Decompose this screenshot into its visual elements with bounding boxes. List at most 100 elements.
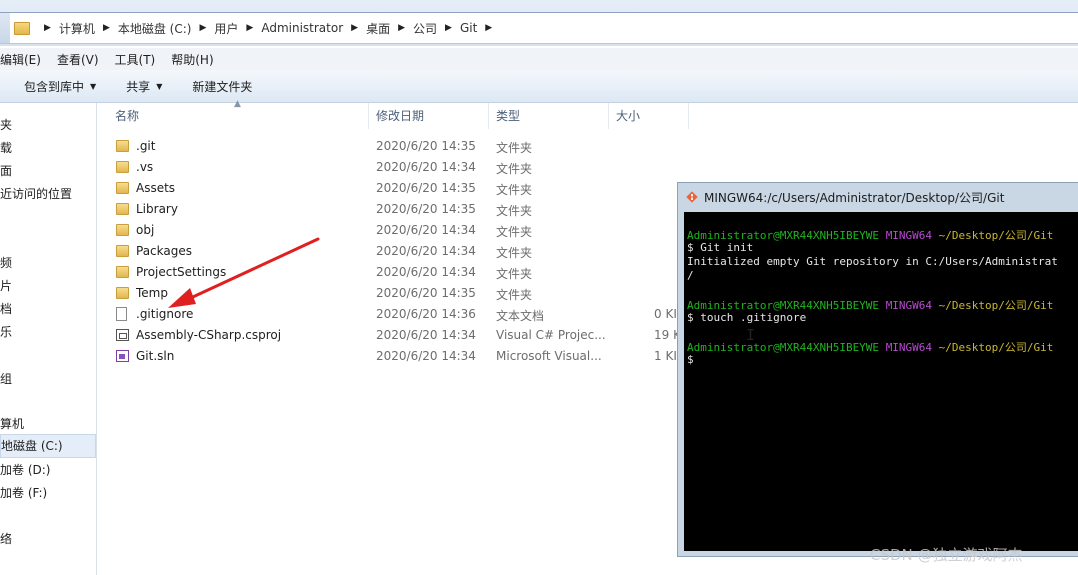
file-date: 2020/6/20 14:35 [376, 139, 476, 153]
column-type-label: 类型 [496, 109, 521, 123]
nav-item-local-disk-c[interactable]: 地磁盘 (C:) [0, 434, 96, 458]
chevron-right-icon[interactable]: ▶ [103, 23, 110, 33]
file-date: 2020/6/20 14:36 [376, 307, 476, 321]
nav-history-button[interactable] [0, 13, 10, 43]
file-type: 文件夹 [496, 246, 533, 260]
folder-icon [116, 203, 129, 215]
terminal-window[interactable]: MINGW64:/c/Users/Administrator/Desktop/公… [677, 182, 1078, 557]
breadcrumb-item[interactable]: 桌面 ▶ [366, 20, 413, 37]
chevron-right-icon[interactable]: ▶ [351, 23, 358, 33]
terminal-output-line: Initialized empty Git repository in C:/U… [687, 255, 1058, 268]
file-type: Microsoft Visual... [496, 349, 602, 363]
new-folder-button[interactable]: 新建文件夹 [192, 78, 252, 95]
nav-item-music[interactable]: 乐 [0, 323, 12, 340]
breadcrumb-item[interactable]: 本地磁盘 (C:) ▶ [118, 20, 215, 37]
folder-icon [116, 245, 129, 257]
terminal-title: MINGW64:/c/Users/Administrator/Desktop/公… [704, 190, 1005, 205]
dropdown-caret-icon: ▼ [156, 81, 163, 91]
include-library-label: 包含到库中 [24, 79, 85, 94]
folder-icon [116, 287, 129, 299]
chevron-right-icon[interactable]: ▶ [398, 23, 405, 33]
breadcrumb-item[interactable]: Git ▶ [460, 21, 500, 35]
nav-item-computer[interactable]: 算机 [0, 415, 24, 432]
nav-item-recent-places[interactable]: 近访问的位置 [0, 185, 72, 202]
dropdown-caret-icon: ▼ [90, 81, 97, 91]
prompt-user: Administrator@MXR44XNH5IBEYWE [687, 341, 880, 354]
menu-help[interactable]: 帮助(H) [171, 51, 213, 68]
file-date: 2020/6/20 14:35 [376, 202, 476, 216]
text-file-icon [116, 307, 127, 321]
breadcrumb-item[interactable]: 用户 ▶ [214, 20, 261, 37]
nav-item-desktop[interactable]: 面 [0, 162, 12, 179]
address-bar-area: ▶ 计算机 ▶ 本地磁盘 (C:) ▶ 用户 ▶ Administrator ▶ 桌面 ▶… [0, 0, 1078, 46]
file-date: 2020/6/20 14:35 [376, 286, 476, 300]
red-arrow-annotation [168, 237, 320, 308]
folder-icon [116, 224, 129, 236]
terminal-titlebar[interactable]: MINGW64:/c/Users/Administrator/Desktop/公… [678, 183, 1078, 211]
sln-file-icon [116, 350, 129, 362]
prompt-path: ~/Desktop/公司/Git [938, 299, 1054, 312]
csproj-file-icon [116, 329, 129, 341]
navigation-pane: 夹 载 面 近访问的位置 频 片 档 乐 组 算机 地磁盘 (C:) 加卷 (D… [0, 103, 97, 575]
share-button[interactable]: 共享 ▼ [126, 78, 162, 95]
breadcrumb-item[interactable]: 计算机 ▶ [59, 20, 118, 37]
file-type: 文件夹 [496, 288, 533, 302]
nav-item-homegroup[interactable]: 组 [0, 370, 12, 387]
nav-item-favorites[interactable]: 夹 [0, 116, 12, 133]
nav-item-documents[interactable]: 档 [0, 300, 12, 317]
crumb-root-chevron[interactable]: ▶ [36, 23, 59, 33]
breadcrumb-item[interactable]: 公司 ▶ [413, 20, 460, 37]
file-type: 文件夹 [496, 183, 533, 197]
menu-view[interactable]: 查看(V) [57, 51, 99, 68]
folder-icon [14, 21, 30, 35]
nav-item-videos[interactable]: 频 [0, 254, 12, 271]
include-library-button[interactable]: 包含到库中 ▼ [24, 78, 96, 95]
menu-edit[interactable]: 编辑(E) [0, 51, 41, 68]
folder-icon [116, 266, 129, 278]
nav-item-downloads[interactable]: 载 [0, 139, 12, 156]
column-header-date[interactable]: 修改日期 [369, 103, 489, 129]
file-row[interactable]: .git 2020/6/20 14:35 文件夹 [114, 136, 814, 157]
prompt-env: MINGW64 [885, 229, 933, 242]
chevron-right-icon[interactable]: ▶ [445, 23, 452, 33]
column-header-type[interactable]: 类型 [489, 103, 609, 129]
file-name: Assets [136, 181, 176, 195]
file-date: 2020/6/20 14:34 [376, 265, 476, 279]
file-name: Library [136, 202, 178, 216]
prompt-path: ~/Desktop/公司/Git [938, 341, 1054, 354]
file-date: 2020/6/20 14:35 [376, 181, 476, 195]
text-cursor-icon: I [746, 326, 756, 344]
command-bar: 包含到库中 ▼ 共享 ▼ 新建文件夹 [0, 70, 1078, 103]
nav-item-volume-d[interactable]: 加卷 (D:) [0, 461, 50, 478]
nav-item-pictures[interactable]: 片 [0, 277, 12, 294]
menu-bar: 编辑(E) 查看(V) 工具(T) 帮助(H) [0, 48, 1078, 70]
file-row[interactable]: .vs 2020/6/20 14:34 文件夹 [114, 157, 814, 178]
watermark: CSDN @独立游戏阿杰 [870, 546, 1023, 564]
file-date: 2020/6/20 14:34 [376, 244, 476, 258]
terminal-output[interactable]: Administrator@MXR44XNH5IBEYWE MINGW64 ~/… [684, 212, 1078, 551]
breadcrumb-item[interactable]: Administrator ▶ [261, 21, 366, 35]
chevron-right-icon[interactable]: ▶ [199, 23, 206, 33]
folder-icon [116, 182, 129, 194]
chevron-right-icon[interactable]: ▶ [485, 23, 492, 33]
git-logo-icon [686, 191, 698, 203]
address-bar[interactable]: ▶ 计算机 ▶ 本地磁盘 (C:) ▶ 用户 ▶ Administrator ▶ 桌面 ▶… [0, 12, 1078, 44]
nav-item-volume-f[interactable]: 加卷 (F:) [0, 484, 47, 501]
terminal-input-line[interactable]: $ [687, 353, 694, 366]
file-name: obj [136, 223, 155, 237]
column-header-name[interactable]: 名称 [97, 103, 369, 129]
file-size: 0 KI [654, 307, 677, 321]
file-type: Visual C# Projec... [496, 328, 606, 342]
file-type: 文本文档 [496, 309, 545, 323]
chevron-right-icon[interactable]: ▶ [246, 23, 253, 33]
nav-item-network[interactable]: 络 [0, 530, 12, 547]
file-size: 1 KI [654, 349, 677, 363]
file-type: 文件夹 [496, 141, 533, 155]
folder-icon [116, 161, 129, 173]
menu-tools[interactable]: 工具(T) [115, 51, 156, 68]
file-type: 文件夹 [496, 162, 533, 176]
file-type: 文件夹 [496, 267, 533, 281]
file-name: .vs [136, 160, 154, 174]
share-label: 共享 [126, 79, 151, 94]
column-header-size[interactable]: 大小 [609, 103, 689, 129]
